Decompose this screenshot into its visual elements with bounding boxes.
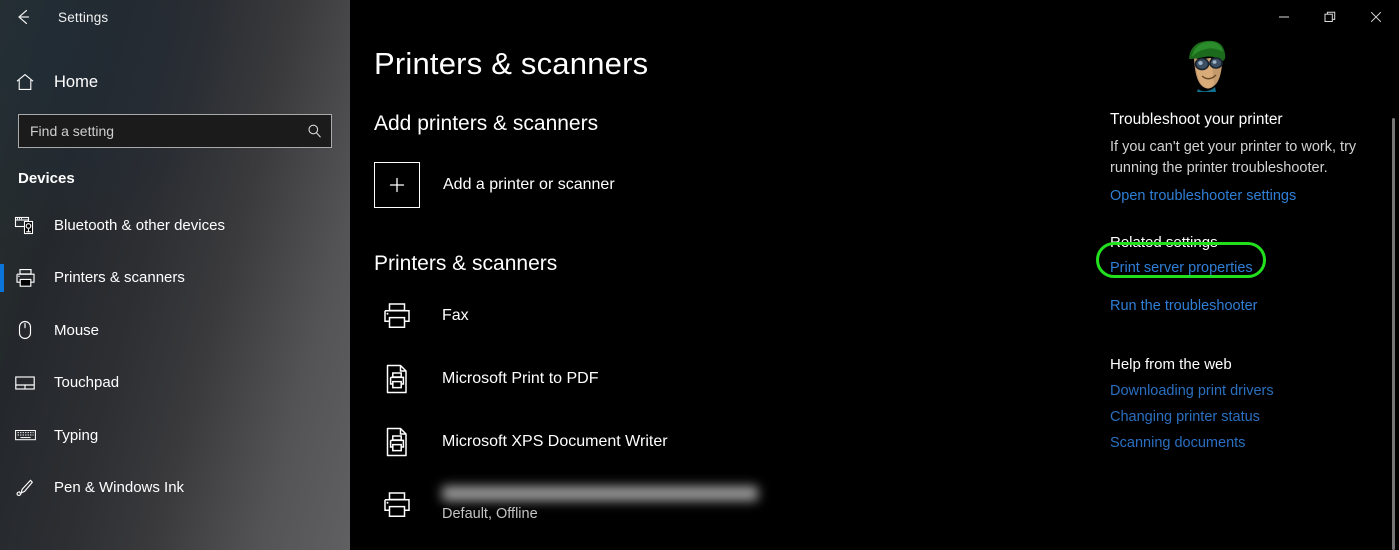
printer-text: Microsoft XPS Document Writer: [442, 432, 668, 452]
sidebar-nav: Bluetooth & other devices Printers & sca…: [0, 199, 350, 514]
downloading-print-drivers-link[interactable]: Downloading print drivers: [1110, 383, 1274, 399]
printer-list-item[interactable]: Microsoft XPS Document Writer: [374, 410, 1110, 473]
printer-icon: [14, 267, 48, 289]
vertical-scrollbar[interactable]: [1392, 118, 1395, 550]
right-panel: Troubleshoot your printer If you can't g…: [1096, 0, 1399, 550]
sidebar-item-label: Printers & scanners: [54, 269, 185, 287]
sidebar-item-pen-windows-ink[interactable]: Pen & Windows Ink: [0, 462, 350, 515]
troubleshoot-title: Troubleshoot your printer: [1110, 111, 1283, 128]
printer-list-item[interactable]: Fax: [374, 284, 1110, 347]
home-icon: [14, 71, 48, 93]
run-the-troubleshooter-link[interactable]: Run the troubleshooter: [1110, 298, 1258, 314]
sidebar: Settings Home Devic: [0, 0, 350, 550]
minimize-button[interactable]: [1261, 0, 1307, 34]
page-title: Printers & scanners: [374, 46, 649, 81]
sidebar-item-mouse[interactable]: Mouse: [0, 304, 350, 357]
printer-list-item[interactable]: Microsoft Print to PDF: [374, 347, 1110, 410]
printer-text: Microsoft Print to PDF: [442, 369, 598, 389]
printer-name: Microsoft XPS Document Writer: [442, 432, 668, 450]
add-section-heading: Add printers & scanners: [374, 112, 599, 135]
related-settings-heading: Related settings: [1110, 234, 1218, 251]
bluetooth-devices-icon: [14, 214, 48, 236]
sidebar-item-printers-scanners[interactable]: Printers & scanners: [0, 252, 350, 305]
sidebar-item-home[interactable]: Home: [0, 62, 350, 102]
touchpad-icon: [14, 372, 48, 394]
mouse-icon: [14, 319, 48, 341]
printer-icon: [374, 488, 420, 522]
keyboard-icon: [14, 424, 48, 446]
scanning-documents-link[interactable]: Scanning documents: [1110, 435, 1245, 451]
printer-name: Fax: [442, 306, 469, 324]
search-input[interactable]: [19, 115, 331, 147]
back-arrow-icon[interactable]: [0, 0, 46, 34]
sidebar-item-label: Mouse: [54, 321, 100, 339]
print-server-properties-link[interactable]: Print server properties: [1110, 260, 1253, 276]
settings-window: Settings Home Devic: [0, 0, 1399, 550]
character-avatar-icon: [1110, 38, 1399, 96]
window-controls: [1261, 0, 1399, 34]
sidebar-item-touchpad[interactable]: Touchpad: [0, 357, 350, 410]
sidebar-item-typing[interactable]: Typing: [0, 409, 350, 462]
sidebar-titlebar: Settings: [0, 0, 350, 34]
add-printer-button[interactable]: Add a printer or scanner: [374, 162, 1110, 208]
printer-text: Fax: [442, 306, 469, 326]
printer-list: Fax Microsoft Print to PDF Microsoft XPS…: [374, 284, 1110, 536]
document-printer-icon: [374, 362, 420, 396]
printer-name-redacted: [442, 485, 758, 501]
pen-icon: [14, 477, 48, 499]
sidebar-item-label: Pen & Windows Ink: [54, 479, 185, 497]
printer-icon: [374, 299, 420, 333]
print-server-properties-wrapper: Print server properties: [1096, 242, 1266, 278]
printer-name: Microsoft Print to PDF: [442, 369, 599, 387]
help-from-web-heading: Help from the web: [1110, 356, 1232, 373]
restore-button[interactable]: [1307, 0, 1353, 34]
main-content: Printers & scanners Add printers & scann…: [350, 0, 1110, 550]
document-printer-icon: [374, 425, 420, 459]
search-box[interactable]: [18, 114, 332, 148]
sidebar-item-bluetooth-other-devices[interactable]: Bluetooth & other devices: [0, 199, 350, 252]
add-printer-label: Add a printer or scanner: [443, 176, 615, 193]
close-button[interactable]: [1353, 0, 1399, 34]
sidebar-item-label: Touchpad: [54, 374, 120, 392]
plus-icon: [374, 162, 420, 208]
troubleshoot-body: If you can't get your printer to work, t…: [1110, 139, 1357, 176]
printer-list-item-default[interactable]: Default, Offline: [374, 473, 1110, 536]
printer-status: Default, Offline: [442, 505, 538, 522]
sidebar-item-label: Bluetooth & other devices: [54, 216, 225, 234]
help-links-list: Downloading print drivers Changing print…: [1110, 383, 1399, 451]
printer-list-heading: Printers & scanners: [374, 252, 558, 275]
printer-text: Default, Offline: [442, 485, 758, 524]
sidebar-item-label-home: Home: [54, 72, 99, 91]
search-wrapper: [18, 114, 332, 148]
window-title: Settings: [58, 9, 109, 25]
sidebar-item-label: Typing: [54, 426, 99, 444]
search-icon[interactable]: [307, 124, 322, 139]
open-troubleshooter-settings-link[interactable]: Open troubleshooter settings: [1110, 188, 1296, 204]
sidebar-section-heading: Devices: [18, 170, 75, 187]
changing-printer-status-link[interactable]: Changing printer status: [1110, 409, 1260, 425]
troubleshoot-block: Troubleshoot your printer If you can't g…: [1110, 111, 1399, 204]
